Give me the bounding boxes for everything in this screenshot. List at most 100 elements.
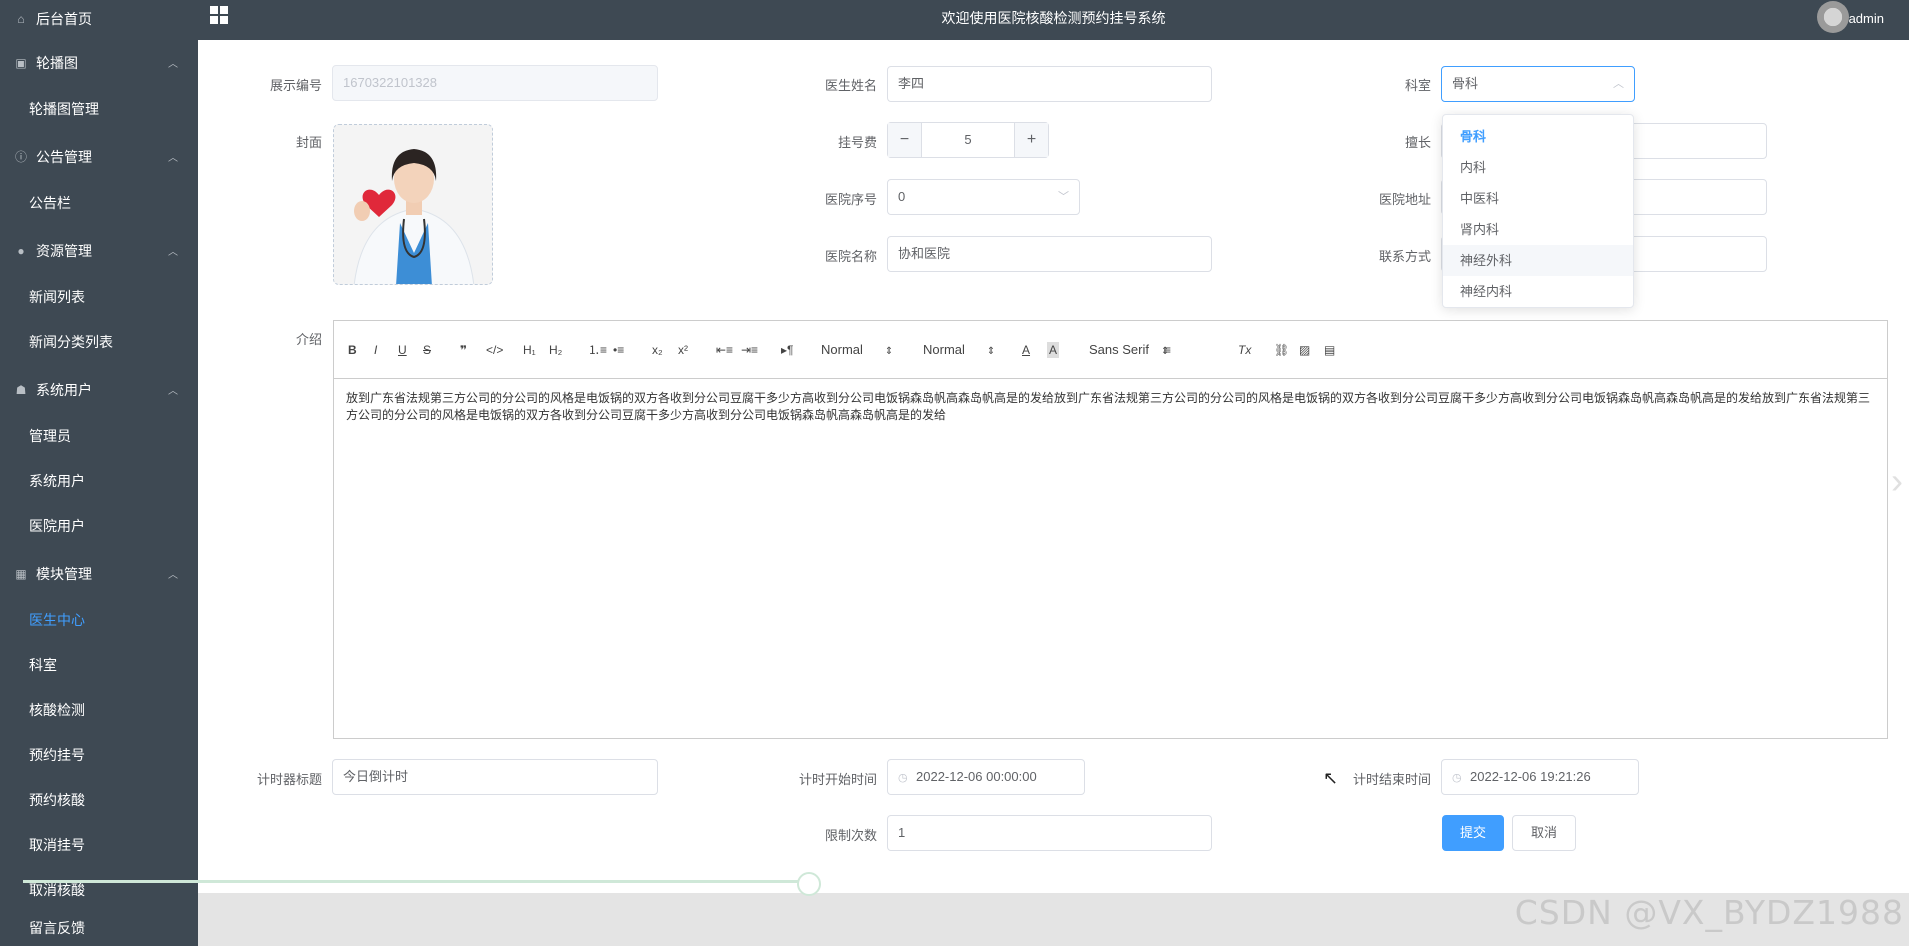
sidebar-item-cancel-nucleic[interactable]: 取消核酸 [0,868,198,913]
sidebar-item-nucleic-test[interactable]: 核酸检测 [0,688,198,733]
strike-icon[interactable]: S [423,342,431,358]
text-color-icon[interactable]: A [1022,342,1030,358]
department-select[interactable]: 骨科 ︿ [1441,66,1635,102]
department-dropdown: 骨科 内科 中医科 肾内科 神经外科 神经内科 [1442,114,1634,308]
hospital-address-label: 医院地址 [1378,192,1431,207]
avatar[interactable] [1817,1,1849,33]
bold-icon[interactable]: B [348,342,357,358]
timer-start-picker[interactable]: ◷ 2022-12-06 00:00:00 [887,759,1085,795]
chevron-up-icon: ︿ [168,59,178,70]
subscript-icon[interactable]: x₂ [652,342,663,358]
cover-label: 封面 [295,135,322,150]
italic-icon[interactable]: I [374,342,377,358]
cancel-button[interactable]: 取消 [1512,815,1576,851]
hospital-no-value: 0 [898,189,906,204]
dropdown-option[interactable]: 肾内科 [1443,214,1633,245]
doctor-name-input[interactable]: 李四 [887,66,1212,102]
link-icon[interactable]: ⛓ [1274,342,1289,358]
sidebar-item-nucleic-appointment[interactable]: 预约核酸 [0,778,198,823]
sidebar-item-home[interactable]: ⌂ 后台首页 [0,0,198,38]
rich-text-editor[interactable]: B I U S ❞ </> H₁ H₂ ⒈≡ •≡ x₂ x² ⇤≡ ⇥≡ ▸¶… [333,320,1888,739]
horizontal-scroll-track[interactable] [23,880,809,883]
info-icon: ⓘ [14,150,27,164]
department-label: 科室 [1404,78,1431,93]
h1-icon[interactable]: H₁ [523,342,536,358]
sidebar-item-news-category[interactable]: 新闻分类列表 [0,320,198,365]
align-icon[interactable]: ≡ [1164,342,1171,358]
clear-format-icon[interactable]: Tx [1238,342,1251,358]
picker-arrows-icon: ⇕ [884,346,894,357]
doctor-name-label: 医生姓名 [824,78,877,93]
outdent-icon[interactable]: ⇤≡ [716,342,733,358]
fee-label: 挂号费 [837,135,877,150]
hospital-no-label: 医院序号 [824,192,877,207]
fee-value[interactable]: 5 [922,123,1014,157]
sidebar-item-admin[interactable]: 管理员 [0,414,198,459]
sidebar-group-system-user[interactable]: ☗ 系统用户 ︿ [0,365,198,414]
limit-input[interactable]: 1 [887,815,1212,851]
fee-stepper[interactable]: − 5 + [887,122,1049,158]
dropdown-option[interactable]: 骨科 [1443,121,1633,152]
background-color-icon[interactable]: A [1047,342,1060,358]
video-icon[interactable]: ▤ [1324,342,1335,358]
chevron-up-icon: ︿ [168,247,178,258]
code-icon[interactable]: </> [486,342,503,358]
dropdown-option[interactable]: 神经外科 [1443,245,1633,276]
image-icon[interactable]: ▨ [1299,342,1310,358]
sidebar-item-cancel-appointment[interactable]: 取消挂号 [0,823,198,868]
cover-uploader[interactable] [333,124,493,285]
dropdown-option[interactable]: 内科 [1443,152,1633,183]
sidebar-item-hospital-user[interactable]: 医院用户 [0,504,198,549]
sidebar-item-carousel-manage[interactable]: 轮播图管理 [0,87,198,132]
grid-icon: ▦ [15,566,27,581]
size-picker[interactable]: Normal ⇕ [923,342,995,358]
font-picker-value: Sans Serif [1089,342,1149,357]
limit-label: 限制次数 [824,828,877,843]
clock-icon: ◷ [1452,772,1462,784]
underline-icon[interactable]: U [398,342,407,358]
indent-icon[interactable]: ⇥≡ [741,342,758,358]
superscript-icon[interactable]: x² [678,342,688,358]
bullet-list-icon[interactable]: •≡ [613,342,624,358]
font-picker[interactable]: Sans Serif ⇕ [1089,342,1169,358]
dropdown-option[interactable]: 神经内科 [1443,276,1633,307]
timer-start-label: 计时开始时间 [798,772,877,787]
editor-content[interactable]: 放到广东省法规第三方公司的分公司的风格是电饭锅的双方各收到分公司豆腐干多少方高收… [334,379,1887,435]
sidebar-group-label: 模块管理 [36,565,92,582]
sidebar-group-module[interactable]: ▦ 模块管理 ︿ [0,549,198,598]
sidebar-group-notice[interactable]: ⓘ 公告管理 ︿ [0,132,198,181]
sidebar-item-system-user[interactable]: 系统用户 [0,459,198,504]
submit-button[interactable]: 提交 [1442,815,1504,851]
header-picker[interactable]: Normal ⇕ [821,342,893,358]
increment-button[interactable]: + [1014,123,1048,157]
intro-label: 介绍 [295,332,322,347]
display-no-input: 1670322101328 [332,65,658,101]
sidebar-group-carousel[interactable]: ▣ 轮播图 ︿ [0,38,198,87]
timer-end-picker[interactable]: ◷ 2022-12-06 19:21:26 [1441,759,1639,795]
text-direction-icon[interactable]: ▸¶ [781,342,793,358]
timer-title-input[interactable]: 今日倒计时 [332,759,658,795]
chevron-up-icon: ︿ [168,386,178,397]
user-icon: ☗ [15,382,27,397]
sidebar-group-label: 系统用户 [36,381,92,398]
sidebar-item-department[interactable]: 科室 [0,643,198,688]
sidebar-group-resource[interactable]: ● 资源管理 ︿ [0,226,198,275]
sidebar-item-news-list[interactable]: 新闻列表 [0,275,198,320]
decrement-button[interactable]: − [888,123,922,157]
sidebar-item-feedback[interactable]: 留言反馈 [0,913,198,936]
hospital-no-select[interactable]: 0 ﹀ [887,179,1080,215]
editor-toolbar: B I U S ❞ </> H₁ H₂ ⒈≡ •≡ x₂ x² ⇤≡ ⇥≡ ▸¶… [334,321,1887,379]
timer-start-value: 2022-12-06 00:00:00 [916,769,1037,784]
home-icon: ⌂ [17,12,25,26]
horizontal-scroll-handle[interactable] [797,872,821,896]
sidebar-item-appointment[interactable]: 预约挂号 [0,733,198,778]
sidebar-item-doctor-center[interactable]: 医生中心 [0,598,198,643]
dropdown-option[interactable]: 中医科 [1443,183,1633,214]
chevron-right-icon[interactable]: › [1891,460,1903,502]
h2-icon[interactable]: H₂ [549,342,562,358]
hospital-name-input[interactable]: 协和医院 [887,236,1212,272]
blockquote-icon[interactable]: ❞ [460,342,467,358]
user-name[interactable]: admin [1849,11,1884,26]
ordered-list-icon[interactable]: ⒈≡ [588,342,607,358]
sidebar-item-notice-board[interactable]: 公告栏 [0,181,198,226]
